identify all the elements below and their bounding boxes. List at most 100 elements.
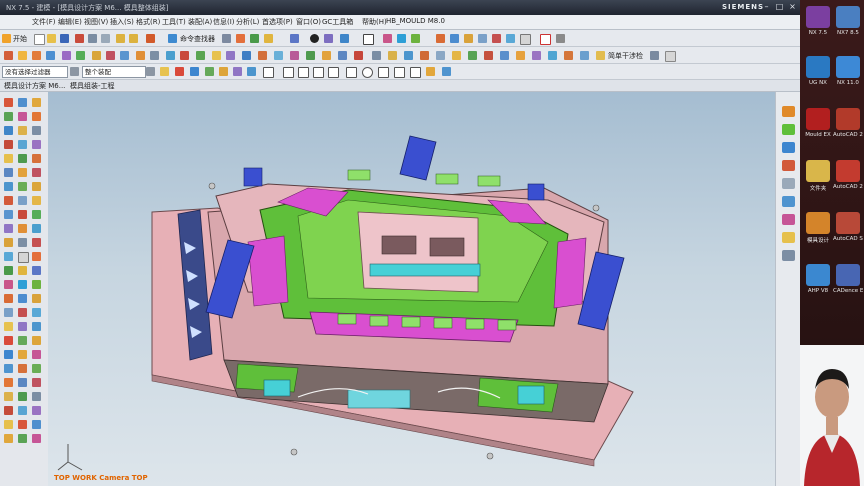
face-analysis-icon[interactable] xyxy=(18,322,27,331)
desktop-icon-ugnx[interactable] xyxy=(806,56,830,78)
datum-plane-icon[interactable] xyxy=(372,51,381,60)
rectangle-icon[interactable] xyxy=(4,126,13,135)
desktop-icon-mold-design[interactable] xyxy=(806,212,830,234)
render-style-icon[interactable] xyxy=(310,34,319,43)
draft-icon[interactable] xyxy=(258,51,267,60)
cavity-layout-icon[interactable] xyxy=(4,392,13,401)
desktop-icon-autocad-simulation[interactable] xyxy=(836,212,860,234)
sketch-icon[interactable] xyxy=(4,51,13,60)
surface-icon[interactable] xyxy=(4,196,13,205)
law-extension-icon[interactable] xyxy=(32,238,41,247)
snap-intersection-icon[interactable] xyxy=(247,67,256,76)
menu-view[interactable]: 视图(V) xyxy=(84,17,108,27)
examine-geometry-icon[interactable] xyxy=(4,378,13,387)
clearance-icon[interactable] xyxy=(506,34,515,43)
snap-grid-icon[interactable] xyxy=(283,67,294,78)
curve-analysis-icon[interactable] xyxy=(4,322,13,331)
tab-navigator[interactable]: 模具设计方案 M6... xyxy=(4,81,65,91)
desktop-icon-nx85[interactable] xyxy=(836,6,860,28)
spline-icon[interactable] xyxy=(18,112,27,121)
mirror-icon[interactable] xyxy=(242,51,251,60)
extrude-icon[interactable] xyxy=(18,51,27,60)
graphics-viewport[interactable]: TOP WORK Camera TOP xyxy=(48,92,775,486)
part-navigator-tab-icon[interactable] xyxy=(782,142,795,153)
snap-end-icon[interactable] xyxy=(205,67,214,76)
replace-face-icon[interactable] xyxy=(322,51,331,60)
settings-icon[interactable] xyxy=(556,34,565,43)
start-button[interactable]: 开始 xyxy=(13,34,27,44)
project-curve-icon[interactable] xyxy=(32,140,41,149)
paste-icon[interactable] xyxy=(101,34,110,43)
csys-icon[interactable] xyxy=(420,51,429,60)
filter-settings-icon[interactable] xyxy=(160,67,169,76)
snap-bounded-icon[interactable] xyxy=(426,67,435,76)
draft-analysis-icon[interactable] xyxy=(32,322,41,331)
zoom-icon[interactable] xyxy=(236,34,245,43)
soft-blend-icon[interactable] xyxy=(18,266,27,275)
repeat-command-icon[interactable] xyxy=(146,34,155,43)
command-finder-button[interactable]: 命令查找器 xyxy=(180,34,215,44)
datum-axis-icon[interactable] xyxy=(388,51,397,60)
check-icon[interactable] xyxy=(540,34,551,45)
electrode-icon[interactable] xyxy=(548,51,557,60)
delete-face-icon[interactable] xyxy=(354,51,363,60)
pattern-icon[interactable] xyxy=(226,51,235,60)
cut-icon[interactable] xyxy=(75,34,84,43)
x-form-icon[interactable] xyxy=(4,280,13,289)
move-face-icon[interactable] xyxy=(338,51,347,60)
work-layer-icon[interactable] xyxy=(411,34,420,43)
bom-icon[interactable] xyxy=(564,51,573,60)
point-icon[interactable] xyxy=(404,51,413,60)
menu-hb-mould[interactable]: HB_MOULD M8.0 xyxy=(386,17,445,25)
divide-curve-icon[interactable] xyxy=(32,154,41,163)
cooling-channel-icon[interactable] xyxy=(32,420,41,429)
select-all-icon[interactable] xyxy=(175,67,184,76)
sew-icon[interactable] xyxy=(290,51,299,60)
desktop-icon-autocad2016[interactable] xyxy=(836,160,860,182)
undo-icon[interactable] xyxy=(116,34,125,43)
snap-diagonal-icon[interactable] xyxy=(313,67,324,78)
desktop-icon-autocad2008[interactable] xyxy=(836,108,860,130)
insert-icon[interactable] xyxy=(532,51,541,60)
measure-distance-icon[interactable] xyxy=(4,350,13,359)
trim-body-icon[interactable] xyxy=(136,51,145,60)
redo-icon[interactable] xyxy=(129,34,138,43)
ejector-icon[interactable] xyxy=(484,51,493,60)
parting-icon[interactable] xyxy=(452,51,461,60)
section-view-icon[interactable] xyxy=(383,34,392,43)
reference-set-icon[interactable] xyxy=(492,34,501,43)
through-curves-icon[interactable] xyxy=(18,196,27,205)
simple-distance-icon[interactable] xyxy=(4,364,13,373)
face-blend-icon[interactable] xyxy=(32,252,41,261)
minimize-button[interactable]: – xyxy=(761,2,772,12)
blend-icon[interactable] xyxy=(92,51,101,60)
offset-surface-icon[interactable] xyxy=(18,224,27,233)
pan-icon[interactable] xyxy=(250,34,259,43)
scope-chevron-down-icon[interactable] xyxy=(146,67,155,76)
assembly-navigator-icon[interactable] xyxy=(436,34,445,43)
snap-mid-icon[interactable] xyxy=(219,67,228,76)
measure-body-icon[interactable] xyxy=(32,350,41,359)
constraint-navigator-tab-icon[interactable] xyxy=(782,124,795,135)
process-studio-tab-icon[interactable] xyxy=(782,214,795,225)
bounded-plane-icon[interactable] xyxy=(4,224,13,233)
wave-linker-icon[interactable] xyxy=(478,34,487,43)
new-file-icon[interactable] xyxy=(34,34,45,45)
component-icon[interactable] xyxy=(450,34,459,43)
mold-check-icon[interactable] xyxy=(32,378,41,387)
extend-curve-icon[interactable] xyxy=(18,140,27,149)
silhouette-flange-icon[interactable] xyxy=(4,252,13,261)
snap-quadrant-icon[interactable] xyxy=(378,67,389,78)
reverse-normal-icon[interactable] xyxy=(32,308,41,317)
measure-angle-icon[interactable] xyxy=(18,350,27,359)
view-orientation-icon[interactable] xyxy=(340,34,349,43)
tab-part[interactable]: 模具组装-工程 xyxy=(70,81,115,91)
check-walls-icon[interactable] xyxy=(18,378,27,387)
menu-edit[interactable]: 编辑(E) xyxy=(58,17,82,27)
box-select-icon[interactable] xyxy=(263,67,274,78)
runner-icon[interactable] xyxy=(32,392,41,401)
geometry-properties-icon[interactable] xyxy=(32,364,41,373)
open-folder-icon[interactable] xyxy=(47,34,56,43)
trim-mold-icon[interactable] xyxy=(18,434,27,443)
menu-information[interactable]: 信息(I) xyxy=(213,17,235,27)
